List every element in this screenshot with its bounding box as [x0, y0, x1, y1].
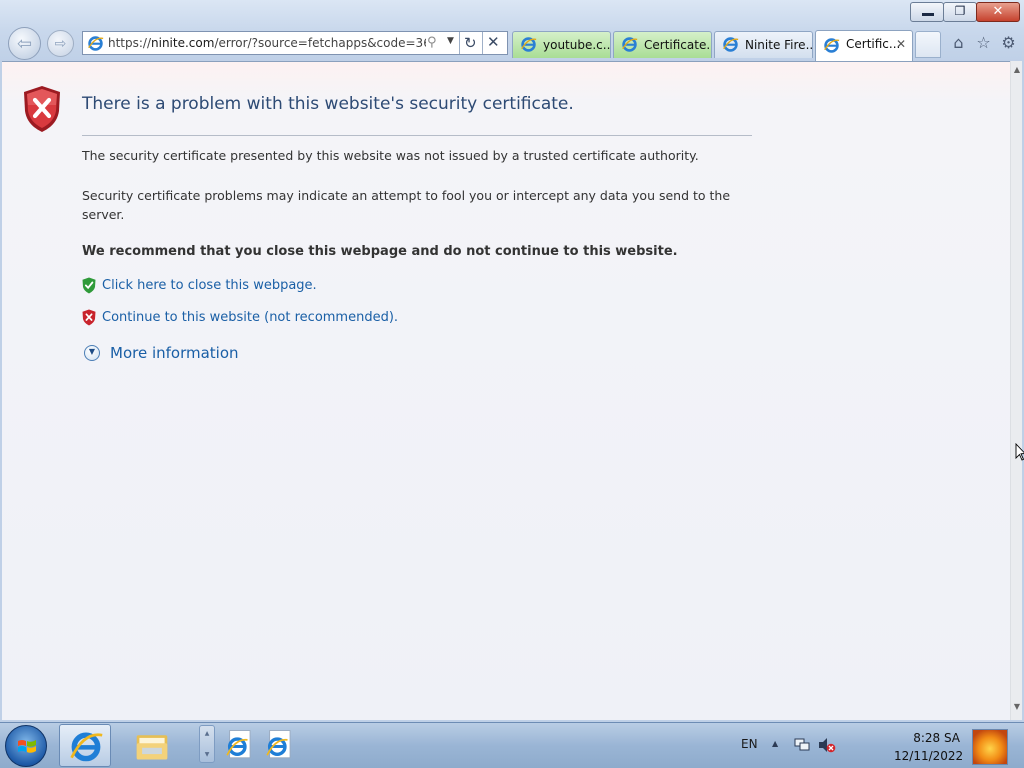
ie-document-icon — [266, 730, 291, 759]
url-path: /error/?source=fetchapps&code=365&m — [214, 36, 426, 50]
close-tab-icon[interactable]: ✕ — [896, 31, 906, 57]
taskbar-internet-explorer[interactable] — [59, 724, 111, 767]
start-button[interactable] — [5, 725, 47, 767]
scroll-down-icon[interactable]: ▼ — [200, 751, 214, 758]
system-clock[interactable]: 8:28 SA 12/11/2022 — [894, 729, 964, 765]
address-divider — [482, 32, 483, 54]
scroll-up-icon[interactable]: ▲ — [200, 730, 214, 737]
clock-date: 12/11/2022 — [894, 749, 964, 763]
address-divider — [459, 32, 460, 54]
forward-arrow-icon: ⇨ — [54, 35, 67, 52]
taskbar-windows-explorer[interactable] — [130, 724, 174, 767]
more-information-toggle[interactable]: ▼ More information — [84, 344, 239, 362]
mouse-cursor-icon — [1015, 443, 1024, 461]
green-shield-check-icon — [82, 277, 96, 294]
taskbar-ie-document-2[interactable] — [262, 724, 296, 767]
stop-icon[interactable]: ✕ — [487, 33, 500, 51]
taskbar: ▲ ▼ EN ▲ 8:28 SA 12/11/2022 — [0, 722, 1024, 768]
windows-logo-icon — [18, 740, 36, 753]
window-controls: ❐ ✕ — [910, 2, 1020, 22]
warning-text: Security certificate problems may indica… — [82, 188, 731, 222]
ie-tab-icon — [723, 37, 739, 52]
restore-icon: ❐ — [954, 4, 966, 18]
explanation-text: The security certificate presented by th… — [82, 148, 699, 163]
volume-muted-icon[interactable] — [818, 737, 836, 753]
url-domain: ninite.com — [151, 36, 215, 50]
vertical-scrollbar[interactable]: ▲ ▼ — [1010, 61, 1022, 720]
tab-label: youtube.c... — [543, 38, 611, 52]
red-shield-x-icon — [82, 309, 96, 326]
back-button[interactable]: ⇦ — [8, 27, 41, 60]
address-bar[interactable]: https://ninite.com/error/?source=fetchap… — [82, 31, 508, 55]
show-hidden-icons[interactable]: ▲ — [772, 739, 778, 748]
url-text[interactable]: https://ninite.com/error/?source=fetchap… — [108, 36, 426, 50]
tab-label: Certific... — [846, 37, 901, 51]
recommendation-text: We recommend that you close this webpage… — [82, 244, 678, 259]
tab-strip: youtube.c... Certificate... Ninite Fire.… — [512, 30, 941, 62]
tab-label: Ninite Fire... — [745, 38, 813, 52]
title-divider — [82, 135, 752, 136]
back-arrow-icon: ⇦ — [16, 33, 33, 54]
clock-time: 8:28 SA — [913, 731, 960, 745]
close-icon: ✕ — [992, 4, 1004, 19]
internet-explorer-icon — [70, 732, 103, 762]
network-icon[interactable] — [794, 738, 810, 752]
language-indicator[interactable]: EN — [741, 737, 758, 751]
scroll-up-icon[interactable]: ▲ — [1011, 65, 1023, 79]
close-webpage-link[interactable]: Click here to close this webpage. — [102, 278, 317, 293]
ie-tab-icon — [824, 38, 840, 53]
user-picture-flower[interactable] — [972, 729, 1008, 765]
minimize-icon — [922, 13, 934, 16]
close-window-button[interactable]: ✕ — [976, 2, 1020, 22]
expand-chevron-icon[interactable]: ▼ — [84, 345, 100, 361]
restore-button[interactable]: ❐ — [943, 2, 977, 22]
tab-certificate-active[interactable]: Certific... ✕ — [815, 30, 913, 61]
continue-row: Continue to this website (not recommende… — [82, 309, 398, 326]
search-icon[interactable]: ⚲ — [427, 35, 437, 50]
forward-button[interactable]: ⇨ — [47, 30, 74, 57]
folder-icon — [136, 735, 168, 760]
close-webpage-row: Click here to close this webpage. — [82, 277, 317, 294]
scroll-down-icon[interactable]: ▼ — [1011, 702, 1023, 716]
favorites-star-icon[interactable]: ☆ — [974, 33, 993, 52]
url-scheme: https:// — [108, 36, 152, 50]
error-shield-icon — [24, 86, 60, 132]
continue-to-website-link[interactable]: Continue to this website (not recommende… — [102, 310, 398, 325]
tab-youtube[interactable]: youtube.c... — [512, 31, 611, 58]
minimize-button[interactable] — [910, 2, 944, 22]
taskbar-scroll-buttons[interactable]: ▲ ▼ — [199, 725, 215, 763]
home-icon[interactable]: ⌂ — [949, 33, 968, 52]
dropdown-arrow-icon[interactable]: ▼ — [447, 36, 454, 46]
refresh-icon[interactable]: ↻ — [464, 34, 477, 52]
more-information-link[interactable]: More information — [110, 344, 239, 362]
taskbar-ie-document-1[interactable] — [222, 724, 256, 767]
ie-tab-icon — [521, 37, 537, 52]
ie-tab-icon — [622, 37, 638, 52]
ie-page-icon — [88, 36, 104, 51]
tools-gear-icon[interactable]: ⚙ — [999, 33, 1018, 52]
ie-document-icon — [226, 730, 251, 759]
tab-label: Certificate... — [644, 38, 712, 52]
command-icons: ⌂ ☆ ⚙ — [949, 33, 1018, 52]
page-title: There is a problem with this website's s… — [82, 94, 574, 114]
tab-ninite[interactable]: Ninite Fire... — [714, 31, 813, 58]
tab-certificate-1[interactable]: Certificate... — [613, 31, 712, 58]
new-tab-button[interactable] — [915, 31, 941, 58]
